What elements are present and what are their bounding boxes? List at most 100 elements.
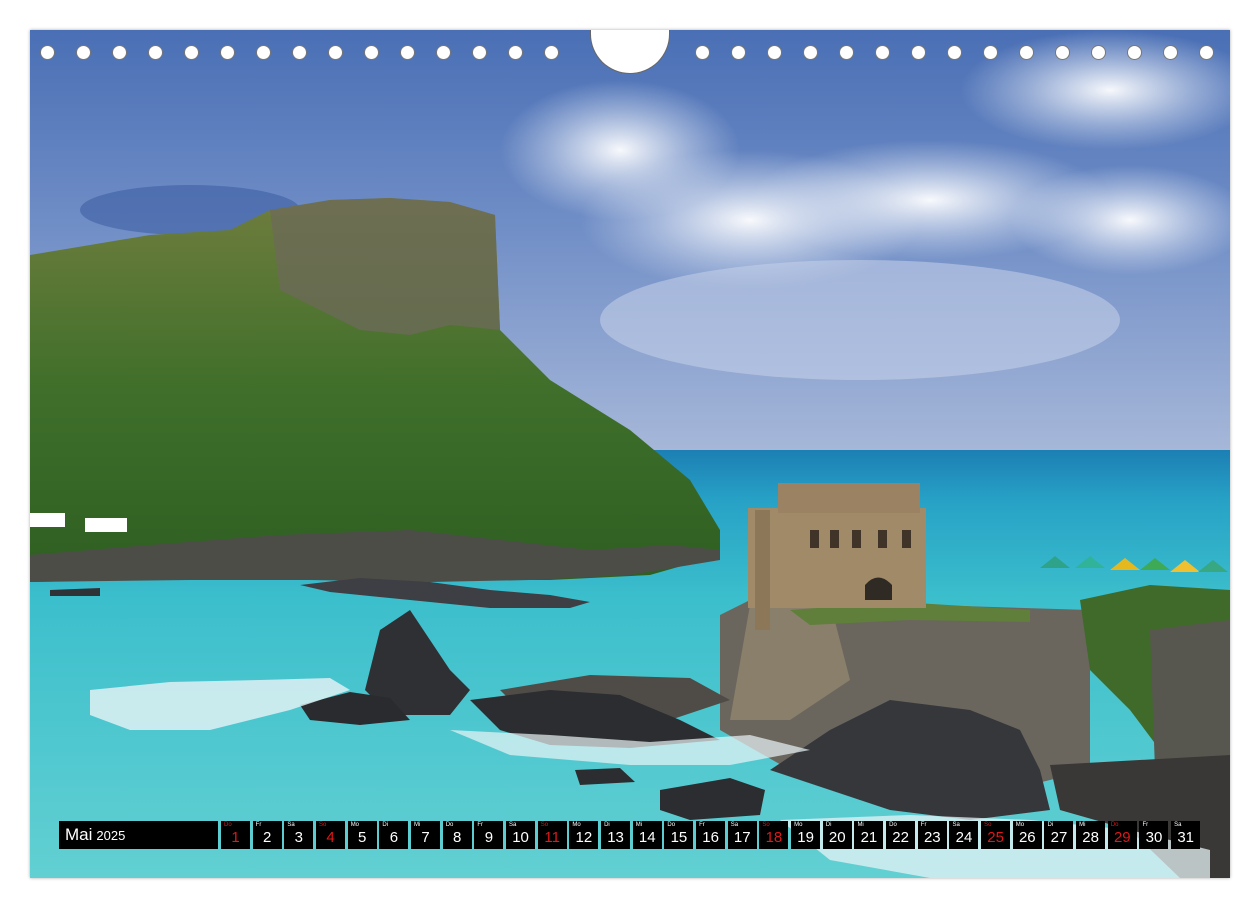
day-number: 22 [892,829,909,846]
binding-hole [436,45,451,60]
day-cell: Do 22 [886,821,916,849]
binding-hole [767,45,782,60]
day-cell: Sa 3 [284,821,314,849]
day-cell: Mi 14 [632,821,662,849]
weekday-label: Sa [1174,822,1182,828]
binding-hole [256,45,271,60]
binding-hole [1091,45,1106,60]
day-number: 21 [860,829,878,846]
weekday-label: Mi [414,822,421,828]
day-cell: Di 6 [379,821,409,849]
weekday-label: Mi [635,822,643,828]
day-number: 30 [1145,829,1163,846]
day-cells: Do 1 Fr 2 Sa 3 So 4 Mo 5 Di 6 Mi 7 Do 8 Fr 9 Sa 10 So 11 Mo 12 D… [221,821,1203,849]
day-cell: Fr 2 [252,821,282,849]
weekday-label: Sa [287,822,295,828]
binding-hole [400,45,415,60]
day-cell: Di 27 [1044,821,1074,849]
day-cell: Mi 21 [854,821,884,849]
binding-hole [731,45,746,60]
day-cell: Do 29 [1107,821,1137,849]
day-cell: Mi 28 [1076,821,1106,849]
weekday-label: Mo [572,822,581,828]
day-cell: Fr 23 [917,821,947,849]
day-number: 6 [389,829,399,846]
day-cell: Fr 9 [474,821,504,849]
binding-hole [364,45,379,60]
calendar-page: Mai 2025 Do 1 Fr 2 Sa 3 So 4 Mo 5 Di 6 Mi 7 Do 8 Fr 9 Sa 10… [30,30,1230,878]
day-number: 15 [670,829,688,846]
weekday-label: Fr [255,822,262,828]
weekday-label: Fr [1142,822,1149,828]
binding-hole [220,45,235,60]
binding-hole [875,45,890,60]
binding-hole [803,45,818,60]
binding-hole [40,45,55,60]
binding-hole [695,45,710,60]
binding-hole [1055,45,1070,60]
day-number: 18 [765,829,783,846]
day-number: 16 [702,829,719,846]
day-cell: Mo 12 [569,821,599,849]
binding-hole [1199,45,1214,60]
weekday-label: Fr [699,822,705,828]
day-cell: Do 15 [664,821,694,849]
day-number: 5 [358,829,367,846]
day-cell: So 4 [316,821,346,849]
weekday-label: Mi [1079,822,1086,828]
weekday-label: Do [889,822,897,828]
weekday-label: Do [445,822,454,828]
day-cell: Fr 16 [696,821,726,849]
day-number: 19 [797,829,814,846]
binding-hole [947,45,962,60]
day-number: 2 [263,829,272,846]
day-number: 29 [1113,829,1131,846]
weekday-label: Do [1110,822,1119,828]
day-number: 4 [326,829,335,846]
binding-hole [292,45,307,60]
binding-hole [76,45,91,60]
day-cell: Fr 30 [1139,821,1169,849]
day-cell: Mi 7 [411,821,441,849]
weekday-label: So [540,822,549,828]
day-number: 26 [1018,829,1036,846]
year: 2025 [96,827,126,843]
binding-hole [472,45,487,60]
binding-hole [911,45,926,60]
day-cell: Mo 19 [791,821,821,849]
weekday-label: Fr [477,822,484,828]
weekday-label: Mo [350,822,360,828]
day-cell: So 11 [537,821,567,849]
day-number: 23 [923,829,941,846]
day-cell: Do 8 [442,821,472,849]
day-cell: So 25 [981,821,1011,849]
day-number: 3 [294,829,304,846]
day-number: 9 [484,829,494,846]
weekday-label: Sa [952,822,960,828]
day-number: 28 [1082,829,1099,846]
weekday-label: Do [224,822,232,828]
binding-hole [112,45,127,60]
weekday-label: Di [382,822,389,828]
day-number: 14 [638,829,656,846]
weekday-label: Mo [794,822,803,828]
month-label: Mai 2025 [59,821,218,849]
weekday-label: Mo [1015,822,1025,828]
weekday-label: So [319,822,327,828]
weekday-label: Di [1047,822,1054,828]
weekday-label: Do [667,822,676,828]
weekday-label: So [984,822,992,828]
day-number: 12 [575,829,593,846]
binding-hole [839,45,854,60]
binding-hole [508,45,523,60]
day-cell: Sa 24 [949,821,979,849]
day-cell: Mo 5 [347,821,377,849]
day-number: 27 [1050,829,1068,846]
binding-hole [328,45,343,60]
day-cell: So 18 [759,821,789,849]
month-name: Mai [65,825,93,844]
weekday-label: Di [604,822,610,828]
day-number: 7 [421,829,430,846]
binding-hole [148,45,163,60]
day-number: 11 [544,829,560,846]
